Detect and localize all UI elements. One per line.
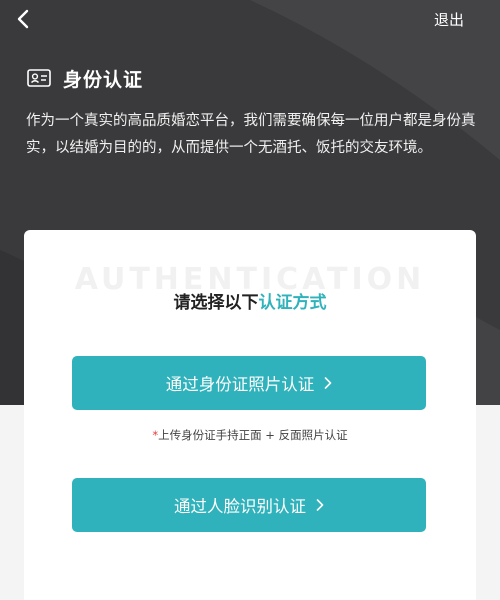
id-photo-auth-label: 通过身份证照片认证 xyxy=(165,375,315,394)
heading-prefix: 请选择以下 xyxy=(173,293,259,313)
auth-card: AUTHENTICATION 请选择以下认证方式 通过身份证照片认证 *上传身份… xyxy=(24,230,476,600)
chevron-right-icon xyxy=(316,499,324,511)
face-recognition-auth-button[interactable]: 通过人脸识别认证 xyxy=(72,478,426,532)
face-recognition-auth-label: 通过人脸识别认证 xyxy=(174,497,306,516)
back-arrow-icon xyxy=(17,9,29,29)
back-button[interactable] xyxy=(8,4,38,34)
upload-hint-text: 上传身份证手持正面 + 反面照片认证 xyxy=(158,428,348,442)
card-heading: 请选择以下认证方式 xyxy=(24,288,476,313)
upload-hint: *上传身份证手持正面 + 反面照片认证 xyxy=(24,427,476,443)
title-row: 身份认证 xyxy=(27,64,143,92)
id-card-icon xyxy=(27,69,51,87)
id-photo-auth-button[interactable]: 通过身份证照片认证 xyxy=(72,356,426,410)
logout-button[interactable]: 退出 xyxy=(434,9,464,30)
page-title: 身份认证 xyxy=(63,68,144,91)
description-text: 作为一个真实的高品质婚恋平台，我们需要确保每一位用户都是身份真实，以结婚为目的的… xyxy=(26,113,476,156)
chevron-right-icon xyxy=(324,377,332,389)
heading-accent: 认证方式 xyxy=(258,293,327,313)
